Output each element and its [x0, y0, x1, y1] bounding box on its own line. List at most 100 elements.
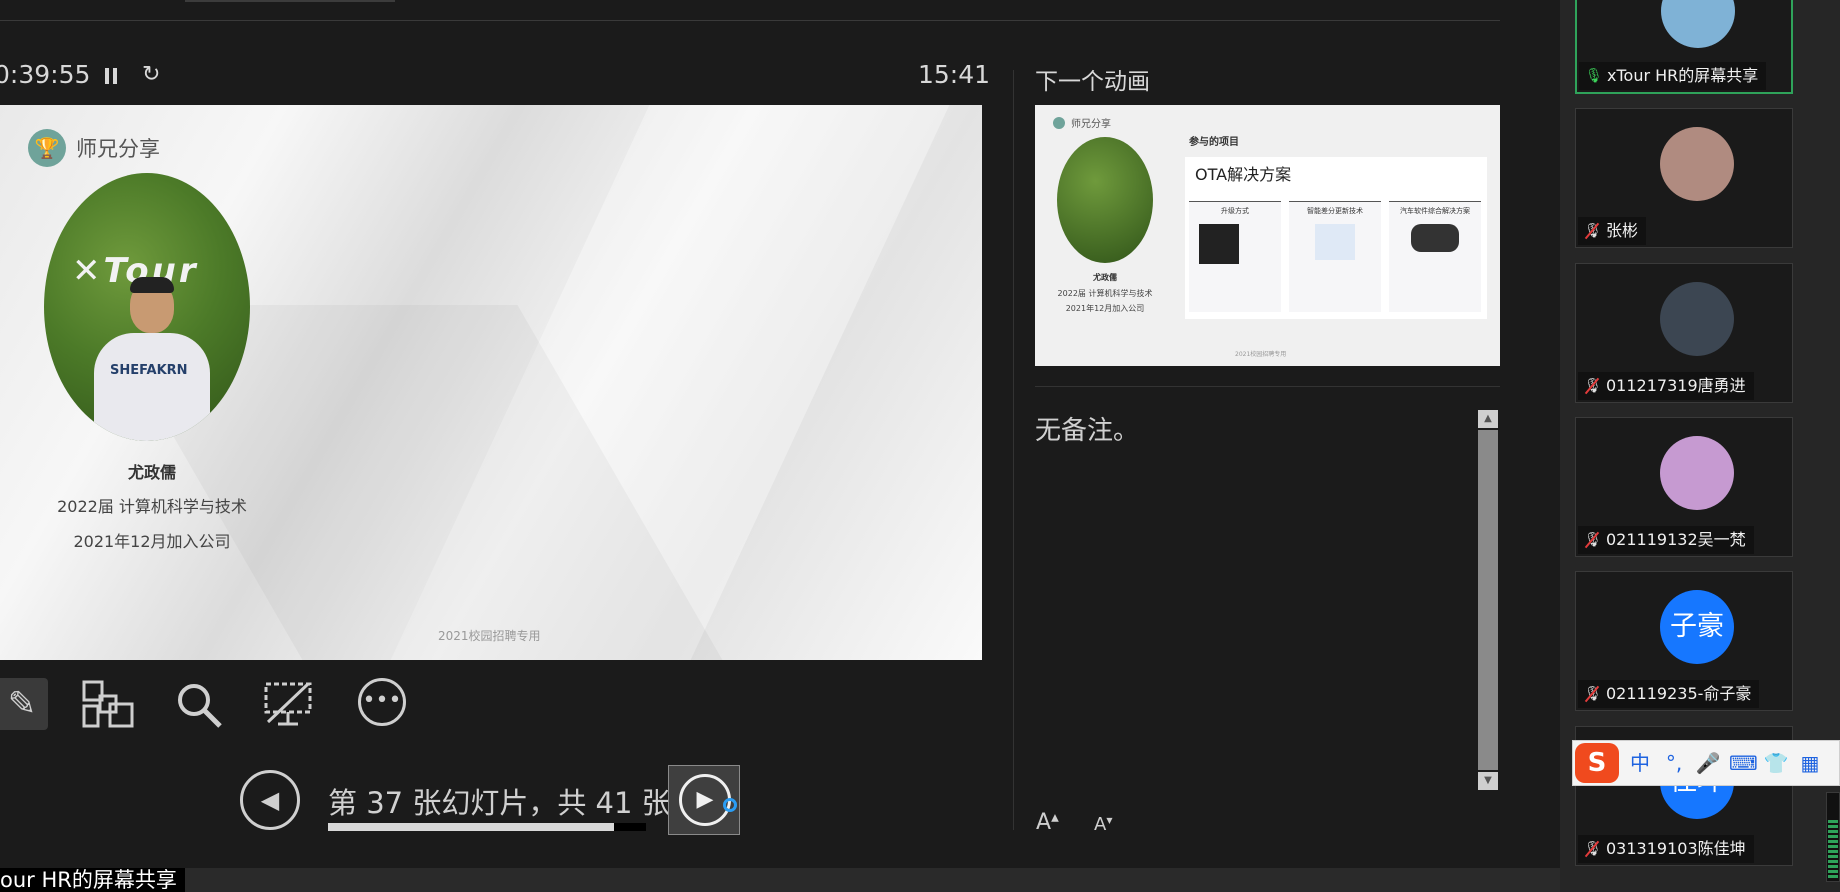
current-slide[interactable]: 🏆 师兄分享 ✕Tour SHEFAKRN 尤政儒 2022届 计算机科学与技术…: [0, 105, 982, 660]
avatar-initials: [1660, 127, 1734, 201]
more-options-button[interactable]: •••: [356, 678, 408, 730]
person-join-date: 2021年12月加入公司: [73, 532, 231, 551]
next-slide-title: 下一个动画: [1035, 69, 1150, 95]
avatar: [1661, 0, 1735, 48]
avatar: [1660, 127, 1734, 201]
scroll-thumb[interactable]: [1478, 430, 1498, 770]
participant-name: 031319103陈佳坤: [1606, 839, 1746, 858]
previous-slide-button[interactable]: ◀: [240, 770, 300, 830]
person-body: [94, 333, 210, 441]
ime-keyboard-icon[interactable]: ⌨: [1729, 749, 1758, 777]
participant-name: xTour HR的屏幕共享: [1607, 66, 1759, 85]
next-slide-person-class: 2022届 计算机科学与技术: [1057, 289, 1153, 298]
participant-tile[interactable]: 子豪 🎙 021119235-俞子豪: [1575, 571, 1793, 711]
slide-progress-fill: [328, 823, 615, 831]
next-slide-portrait: [1057, 137, 1153, 263]
notes-divider[interactable]: [1035, 386, 1500, 387]
black-screen-button[interactable]: [262, 678, 314, 730]
elapsed-timer: 0:39:55: [0, 60, 91, 89]
ime-language-toggle[interactable]: 中: [1627, 749, 1653, 777]
ime-skin-icon[interactable]: 👕: [1763, 749, 1789, 777]
participant-tile[interactable]: 🎙 011217319唐勇进: [1575, 263, 1793, 403]
mic-muted-icon: 🎙: [1584, 841, 1602, 857]
window-edge: [185, 0, 395, 2]
screen-share-label: our HR的屏幕共享: [0, 868, 185, 892]
avatar: 子豪: [1660, 590, 1734, 664]
participant-name: 021119235-俞子豪: [1606, 684, 1752, 703]
participant-name-tag: 🎙 021119132吴一梵: [1578, 526, 1754, 554]
trophy-icon: 🏆: [34, 136, 60, 160]
pause-timer-button[interactable]: [102, 66, 120, 88]
ime-toolbox-icon[interactable]: ▦: [1797, 749, 1823, 777]
portrait-photo: ✕Tour SHEFAKRN: [44, 173, 250, 441]
pen-icon: ✎: [7, 684, 37, 724]
trophy-icon: [1053, 117, 1065, 129]
top-divider: [0, 20, 1500, 21]
participant-name-tag: 🎙 张彬: [1578, 217, 1647, 245]
person-name: 尤政儒: [127, 463, 176, 482]
ime-punctuation-toggle[interactable]: °,: [1661, 749, 1687, 777]
next-slide-column-title: 升级方式: [1221, 207, 1249, 215]
restart-timer-button[interactable]: ↻: [142, 64, 164, 86]
sogou-logo-icon[interactable]: S: [1575, 743, 1619, 783]
next-slide-column: 智能差分更新技术: [1289, 201, 1381, 312]
next-slide-preview[interactable]: 师兄分享 尤政儒 2022届 计算机科学与技术 2021年12月加入公司 参与的…: [1035, 105, 1500, 366]
shirt-print: SHEFAKRN: [110, 363, 188, 378]
participant-name-tag: 🎙 031319103陈佳坤: [1578, 835, 1754, 863]
next-slide-column: 汽车软件综合解决方案: [1389, 201, 1481, 312]
participant-tile[interactable]: 🎙 021119132吴一梵: [1575, 417, 1793, 557]
chevron-right-icon: ▶: [679, 774, 731, 826]
participant-tile[interactable]: 🎙 xTour HR的屏幕共享: [1575, 0, 1793, 94]
next-slide-card: OTA解决方案 升级方式 智能差分更新技术 汽车软件综合解决方案: [1185, 157, 1487, 319]
next-slide-footer: 2021校园招聘专用: [1235, 351, 1287, 358]
ime-voice-icon[interactable]: 🎤: [1695, 749, 1721, 777]
participant-name-tag: 🎙 011217319唐勇进: [1578, 372, 1754, 400]
more-options-icon: •••: [358, 678, 406, 726]
restart-icon: ↻: [142, 62, 161, 87]
participant-name: 011217319唐勇进: [1606, 376, 1746, 395]
next-slide-column-title: 汽车软件综合解决方案: [1400, 207, 1470, 215]
next-slide-person-join: 2021年12月加入公司: [1065, 304, 1145, 313]
next-slide-column-image: [1315, 224, 1355, 260]
bottom-bar: [0, 868, 1560, 892]
increase-font-button[interactable]: A▲: [1036, 810, 1059, 835]
participant-name-tag: 🎙 xTour HR的屏幕共享: [1579, 62, 1767, 90]
volume-meter-fill: [1828, 820, 1838, 880]
see-all-slides-button[interactable]: [82, 678, 134, 730]
avatar: [1660, 282, 1734, 356]
mic-muted-icon: 🎙: [1584, 686, 1602, 702]
slides-grid-icon: [82, 680, 134, 728]
pen-tool-button[interactable]: ✎: [0, 678, 48, 730]
clock: 15:41: [918, 60, 991, 89]
zoom-button[interactable]: [172, 678, 224, 730]
avatar-initials: [1660, 282, 1734, 356]
next-slide-button[interactable]: ▶: [668, 765, 740, 835]
font-decrease-icon: A▼: [1094, 814, 1113, 835]
person-class: 2022届 计算机科学与技术: [57, 497, 247, 516]
next-slide-header: 师兄分享: [1071, 119, 1111, 130]
mic-muted-icon: 🎙: [1584, 378, 1602, 394]
avatar-initials: 子豪: [1670, 611, 1724, 642]
font-increase-icon: A▲: [1036, 810, 1059, 835]
participant-name: 021119132吴一梵: [1606, 530, 1746, 549]
volume-meter: [1826, 792, 1840, 882]
slide-progress-bar: [328, 823, 646, 831]
mic-muted-icon: 🎙: [1584, 532, 1602, 548]
scroll-up-arrow-icon[interactable]: ▲: [1478, 410, 1498, 428]
next-slide-card-title: OTA解决方案: [1195, 165, 1292, 184]
ime-toolbar[interactable]: S 中 °, 🎤 ⌨ 👕 ▦: [1572, 740, 1840, 786]
slide-footer: 2021校园招聘专用: [438, 629, 541, 643]
decrease-font-button[interactable]: A▼: [1094, 814, 1112, 835]
notes-scrollbar[interactable]: ▲ ▼: [1478, 410, 1498, 790]
avatar-initials: [1661, 0, 1735, 48]
speaker-notes[interactable]: 无备注。: [1035, 410, 1139, 447]
participant-tile[interactable]: 🎙 张彬: [1575, 108, 1793, 248]
next-slide-column-title: 智能差分更新技术: [1307, 207, 1363, 215]
avatar: [1660, 436, 1734, 510]
scroll-down-arrow-icon[interactable]: ▼: [1478, 772, 1498, 790]
panel-divider[interactable]: [1013, 70, 1014, 830]
participant-name-tag: 🎙 021119235-俞子豪: [1578, 680, 1760, 708]
next-slide-column-image: [1199, 224, 1239, 264]
mic-on-icon: 🎙: [1585, 68, 1603, 84]
next-slide-person-name: 尤政儒: [1093, 273, 1117, 282]
